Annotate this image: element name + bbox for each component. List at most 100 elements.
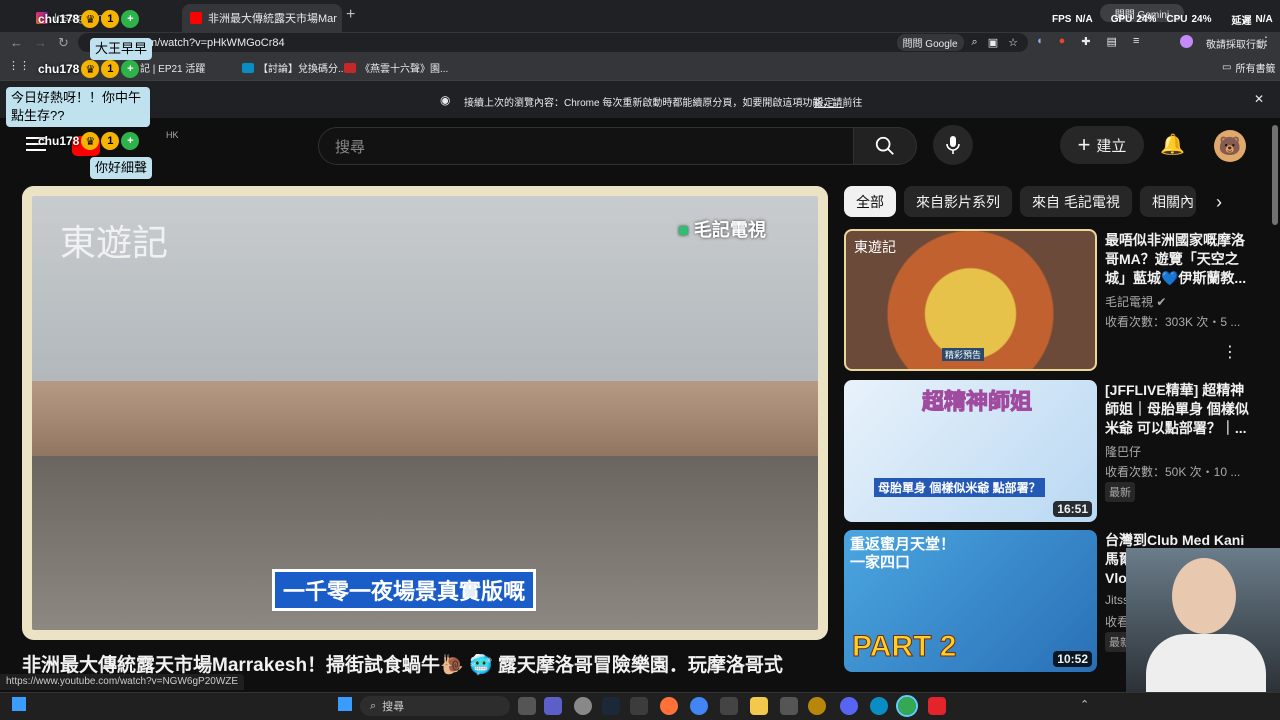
- back-icon[interactable]: ←: [10, 35, 23, 50]
- mao-logo-icon: ■: [678, 220, 689, 240]
- page-scrollbar[interactable]: [1272, 125, 1278, 225]
- ask-google-chip[interactable]: 問問 Google: [896, 34, 964, 51]
- github-icon[interactable]: [574, 697, 592, 715]
- teams-icon[interactable]: [544, 697, 562, 715]
- apps-icon[interactable]: ⋮⋮: [8, 59, 30, 72]
- reading-list-icon[interactable]: ≡: [1133, 35, 1139, 48]
- show-watermark: 東遊記: [60, 223, 169, 264]
- channel-logo-overlay: ■ 毛記電視: [678, 216, 766, 242]
- webcam-overlay: [1126, 548, 1280, 692]
- chat-username: chu178: [38, 134, 80, 148]
- plus-badge-icon: +: [121, 10, 140, 28]
- chat-message: chu178 ♛ 1 +: [38, 132, 140, 150]
- cast-icon[interactable]: ▣: [988, 36, 998, 49]
- profile-avatar[interactable]: [1180, 35, 1193, 48]
- thumbnail-caption: 母胎單身 個樣似米爺 點部署？: [874, 478, 1045, 497]
- zoom-icon[interactable]: ⌕: [972, 36, 978, 49]
- recommendation-thumbnail[interactable]: 超精神師姐 母胎單身 個樣似米爺 點部署？ 16:51: [844, 380, 1097, 522]
- task-view-icon[interactable]: [518, 697, 536, 715]
- bookmark-label: 《燕雲十六聲》園...: [360, 64, 449, 75]
- windows-logo-icon[interactable]: [338, 697, 352, 711]
- app-icon[interactable]: [780, 697, 798, 715]
- forward-icon[interactable]: →: [34, 35, 47, 50]
- chip-from-series[interactable]: 來自影片系列: [904, 186, 1012, 217]
- all-bookmarks[interactable]: ▭ 所有書籤: [1222, 60, 1275, 75]
- bookmark-item[interactable]: 記 | EP21 活躍: [140, 60, 205, 75]
- search-placeholder: 搜尋: [335, 138, 366, 156]
- recommendation-thumbnail[interactable]: 東遊記 精彩預告: [844, 229, 1097, 371]
- crown-emote-icon: ♛: [81, 60, 100, 78]
- rank-one-icon: 1: [101, 60, 120, 78]
- app-icon[interactable]: [630, 697, 648, 715]
- channel-logo-text: 毛記電視: [693, 220, 766, 240]
- notifications-bell-icon[interactable]: 🔔: [1160, 132, 1185, 157]
- voice-search-button[interactable]: [933, 125, 973, 165]
- recommendation-title[interactable]: 最唔似非洲國家嘅摩洛哥MA？遊覽「天空之城」藍城💙伊斯蘭教...: [1105, 231, 1255, 288]
- all-bookmarks-label: 所有書籤: [1235, 64, 1276, 75]
- sidebar-icon[interactable]: ▤: [1107, 35, 1117, 48]
- recommendation-channel[interactable]: 毛記電視 ✔: [1105, 293, 1166, 310]
- fps-label: FPS: [1052, 14, 1072, 25]
- chrome-icon[interactable]: [690, 697, 708, 715]
- verified-icon: ✔: [1156, 295, 1167, 309]
- profile-action-text[interactable]: 敬請採取行動: [1206, 36, 1266, 51]
- recommendation-views: 收看次數：50K 次・10 ...: [1105, 465, 1241, 479]
- chat-username: chu178: [38, 12, 80, 26]
- thumbnail-text: 重返蜜月天堂！一家四口: [850, 536, 956, 571]
- reload-icon[interactable]: ↻: [58, 35, 69, 51]
- bookmark-label: 【討論】兌換碼分...: [258, 64, 347, 75]
- steam-icon[interactable]: [602, 697, 620, 715]
- discord-icon[interactable]: [840, 697, 858, 715]
- cpu-label: CPU: [1166, 14, 1188, 25]
- obs-icon[interactable]: [928, 697, 946, 715]
- pokeball-extension-icon[interactable]: ●: [1059, 35, 1066, 48]
- crown-emote-icon: ♛: [81, 10, 100, 28]
- windows-start-icon[interactable]: [12, 697, 26, 711]
- taskbar-search[interactable]: ⌕ 搜尋: [360, 696, 510, 716]
- recommendation-thumbnail[interactable]: 重返蜜月天堂！一家四口 PART 2 10:52: [844, 530, 1097, 672]
- microphone-icon: [946, 136, 960, 154]
- search-button[interactable]: [854, 127, 917, 165]
- tab-youtube-video[interactable]: 非洲最大傳統露天市場Mar 🔊 ✕: [182, 4, 342, 32]
- bookmark-star-icon[interactable]: ☆: [1008, 36, 1018, 49]
- address-bar[interactable]: m/watch?v=pHkWMGoCr84 問問 Google ⌕ ▣ ☆: [78, 33, 1028, 52]
- taskbar-search-label: 搜尋: [382, 701, 405, 713]
- settings-link[interactable]: 設定。: [814, 94, 844, 109]
- new-tab-button[interactable]: +: [346, 6, 355, 24]
- bookmarks-bar: ⋮⋮ 記 | EP21 活躍 【討論】兌換碼分... 《燕雲十六聲》園... ▭…: [0, 54, 1280, 80]
- thumbnail-text: 東遊記: [854, 239, 896, 255]
- create-button[interactable]: + 建立: [1060, 126, 1144, 164]
- thumbnail-caption: PART 2: [851, 630, 957, 664]
- rank-one-icon: 1: [101, 132, 120, 150]
- edge-icon[interactable]: [870, 697, 888, 715]
- extension-icon[interactable]: ◖: [1036, 35, 1043, 48]
- menu-icon[interactable]: ⋮: [1260, 34, 1272, 48]
- puzzle-extensions-icon[interactable]: ✚: [1081, 35, 1090, 48]
- close-infobar-icon[interactable]: ✕: [1254, 92, 1264, 106]
- latency-label: 延遲: [1231, 16, 1252, 27]
- thumbnail-text: 超精神師姐: [921, 389, 1033, 415]
- search-input[interactable]: 搜尋: [318, 127, 854, 165]
- chevron-right-icon[interactable]: ›: [1216, 192, 1222, 213]
- chip-related[interactable]: 相關內: [1140, 186, 1196, 217]
- file-explorer-icon[interactable]: [750, 697, 768, 715]
- recommendation-channel[interactable]: 隆巴仔: [1105, 443, 1141, 460]
- tray-chevron-icon[interactable]: ⌃: [1080, 698, 1089, 711]
- active-chrome-icon[interactable]: [896, 695, 918, 717]
- video-duration: 10:52: [1053, 651, 1092, 667]
- chat-message: chu178 ♛ 1 +: [38, 10, 140, 28]
- user-avatar[interactable]: 🐻: [1214, 130, 1246, 162]
- firefox-icon[interactable]: [660, 697, 678, 715]
- streamer-shirt: [1146, 634, 1266, 692]
- video-player[interactable]: 東遊記 ■ 毛記電視 一千零一夜場景真實版嘅: [22, 186, 828, 640]
- bookmark-item[interactable]: 【討論】兌換碼分...: [242, 60, 346, 75]
- restore-session-infobar: ◉ 接續上次的瀏覽內容：Chrome 每次重新啟動時都能續原分頁，如要開啟這項功…: [0, 80, 1280, 118]
- more-options-icon[interactable]: ⋮: [1222, 342, 1238, 362]
- chip-all[interactable]: 全部: [844, 186, 896, 217]
- gpu-label: GPU: [1110, 14, 1133, 25]
- chip-from-channel[interactable]: 來自 毛記電視: [1020, 186, 1132, 217]
- bookmark-item[interactable]: 《燕雲十六聲》園...: [344, 60, 448, 75]
- app-icon[interactable]: [808, 697, 826, 715]
- recommendation-title[interactable]: [JFFLIVE精華] 超精神師姐｜母胎單身 個樣似米爺 可以點部署？｜...: [1105, 381, 1255, 438]
- app-icon[interactable]: [720, 697, 738, 715]
